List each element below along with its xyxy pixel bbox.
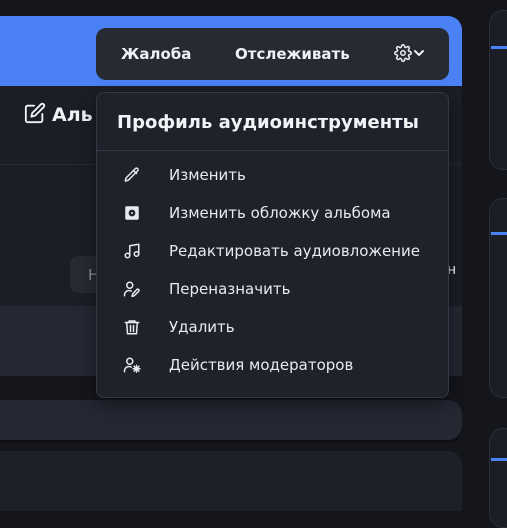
menu-item-label: Изменить обложку альбома bbox=[169, 204, 391, 222]
music-note-icon bbox=[124, 243, 140, 259]
album-title[interactable]: Аль bbox=[24, 102, 93, 126]
gear-icon bbox=[394, 44, 412, 62]
background-card-lower bbox=[0, 451, 462, 511]
user-edit-icon bbox=[123, 281, 140, 298]
side-card-accent bbox=[491, 232, 507, 235]
chevron-down-icon bbox=[414, 50, 424, 56]
menu-item-label: Удалить bbox=[169, 318, 235, 336]
menu-title: Профиль аудиоинструменты bbox=[117, 112, 419, 133]
report-button[interactable]: Жалоба bbox=[121, 28, 191, 80]
settings-dropdown-button[interactable] bbox=[392, 28, 432, 80]
side-card bbox=[489, 10, 507, 170]
album-cover-icon bbox=[125, 206, 139, 220]
pencil-icon bbox=[124, 167, 139, 182]
side-card-accent bbox=[491, 458, 507, 461]
audio-tools-menu: Профиль аудиоинструменты Изменить Измени… bbox=[96, 92, 449, 398]
side-card bbox=[489, 428, 507, 528]
menu-divider bbox=[97, 150, 448, 151]
menu-item-label: Переназначить bbox=[169, 280, 291, 298]
action-bar: Жалоба Отслеживать bbox=[96, 28, 449, 80]
menu-item-change-album-cover[interactable]: Изменить обложку альбома bbox=[97, 196, 448, 230]
menu-item-moderator-actions[interactable]: Действия модераторов bbox=[97, 348, 448, 382]
menu-item-reassign[interactable]: Переназначить bbox=[97, 272, 448, 306]
edit-square-icon bbox=[24, 102, 46, 124]
trash-icon bbox=[124, 320, 140, 335]
menu-item-label: Действия модераторов bbox=[169, 356, 354, 374]
follow-button[interactable]: Отслеживать bbox=[235, 28, 350, 80]
album-title-text: Аль bbox=[52, 104, 93, 126]
side-card bbox=[489, 198, 507, 398]
menu-item-label: Редактировать аудиовложение bbox=[169, 242, 420, 260]
menu-item-label: Изменить bbox=[169, 166, 246, 184]
menu-item-edit[interactable]: Изменить bbox=[97, 158, 448, 192]
menu-item-edit-audio-attachment[interactable]: Редактировать аудиовложение bbox=[97, 234, 448, 268]
background-row bbox=[0, 400, 462, 440]
user-gear-icon bbox=[123, 357, 141, 373]
menu-item-delete[interactable]: Удалить bbox=[97, 310, 448, 344]
side-card-accent bbox=[491, 46, 507, 49]
